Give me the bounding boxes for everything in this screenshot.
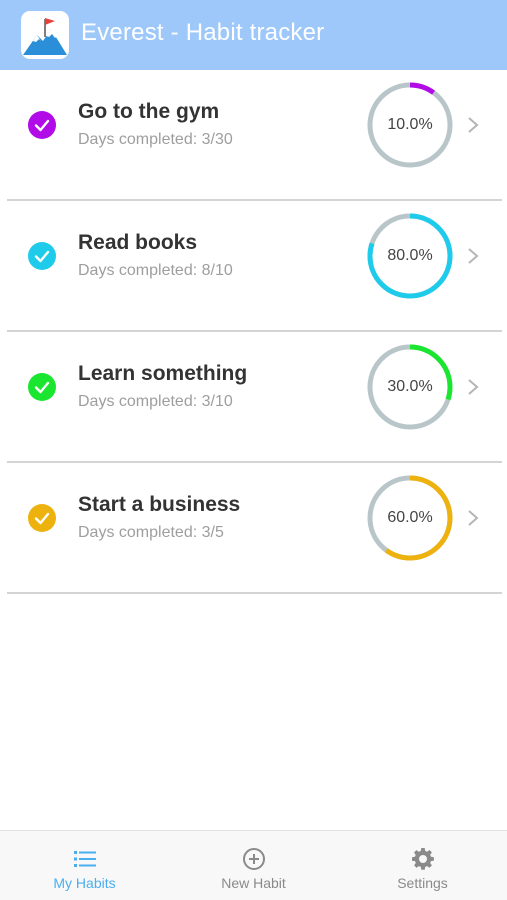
chevron-right-icon[interactable] xyxy=(466,378,480,396)
app-logo-icon xyxy=(21,11,69,59)
tab-label: Settings xyxy=(397,875,448,891)
chevron-right-icon[interactable] xyxy=(466,116,480,134)
progress-ring: 60.0% xyxy=(367,475,453,561)
app-title: Everest - Habit tracker xyxy=(81,19,325,46)
tab-settings[interactable]: Settings xyxy=(338,831,507,900)
habit-row-start-business[interactable]: Start a business Days completed: 3/5 60.… xyxy=(0,463,507,594)
progress-percent: 30.0% xyxy=(387,378,433,395)
progress-percent: 60.0% xyxy=(387,509,433,526)
add-circle-icon xyxy=(241,847,267,871)
habit-row-gym[interactable]: Go to the gym Days completed: 3/30 10.0% xyxy=(0,70,507,201)
habit-days-completed: Days completed: 3/10 xyxy=(78,393,233,410)
progress-percent: 80.0% xyxy=(387,247,433,264)
habit-row-read-books[interactable]: Read books Days completed: 8/10 80.0% xyxy=(0,201,507,332)
progress-ring: 30.0% xyxy=(367,344,453,430)
check-circle-icon xyxy=(28,504,56,532)
habit-name: Read books xyxy=(78,231,198,254)
habit-days-completed: Days completed: 3/5 xyxy=(78,524,224,541)
habit-days-completed: Days completed: 3/30 xyxy=(78,131,233,148)
check-circle-icon xyxy=(28,373,56,401)
habit-row-learn-something[interactable]: Learn something Days completed: 3/10 30.… xyxy=(0,332,507,463)
check-circle-icon xyxy=(28,111,56,139)
tab-label: My Habits xyxy=(53,875,116,891)
habit-name: Go to the gym xyxy=(78,100,220,123)
check-circle-icon xyxy=(28,242,56,270)
tab-label: New Habit xyxy=(221,875,286,891)
list-icon xyxy=(72,847,98,871)
progress-percent: 10.0% xyxy=(387,116,433,133)
progress-ring: 80.0% xyxy=(367,213,453,299)
tab-bar: My Habits New Habit Settings xyxy=(0,830,507,900)
chevron-right-icon[interactable] xyxy=(466,247,480,265)
tab-new-habit[interactable]: New Habit xyxy=(169,831,338,900)
habit-list: Go to the gym Days completed: 3/30 10.0%… xyxy=(0,70,507,594)
chevron-right-icon[interactable] xyxy=(466,509,480,527)
progress-ring: 10.0% xyxy=(367,82,453,168)
tab-my-habits[interactable]: My Habits xyxy=(0,831,169,900)
habit-days-completed: Days completed: 8/10 xyxy=(78,262,233,279)
gear-icon xyxy=(410,847,436,871)
habit-name: Learn something xyxy=(78,362,248,385)
habit-name: Start a business xyxy=(78,493,241,516)
app-header: Everest - Habit tracker xyxy=(0,0,507,70)
row-divider xyxy=(7,592,502,594)
